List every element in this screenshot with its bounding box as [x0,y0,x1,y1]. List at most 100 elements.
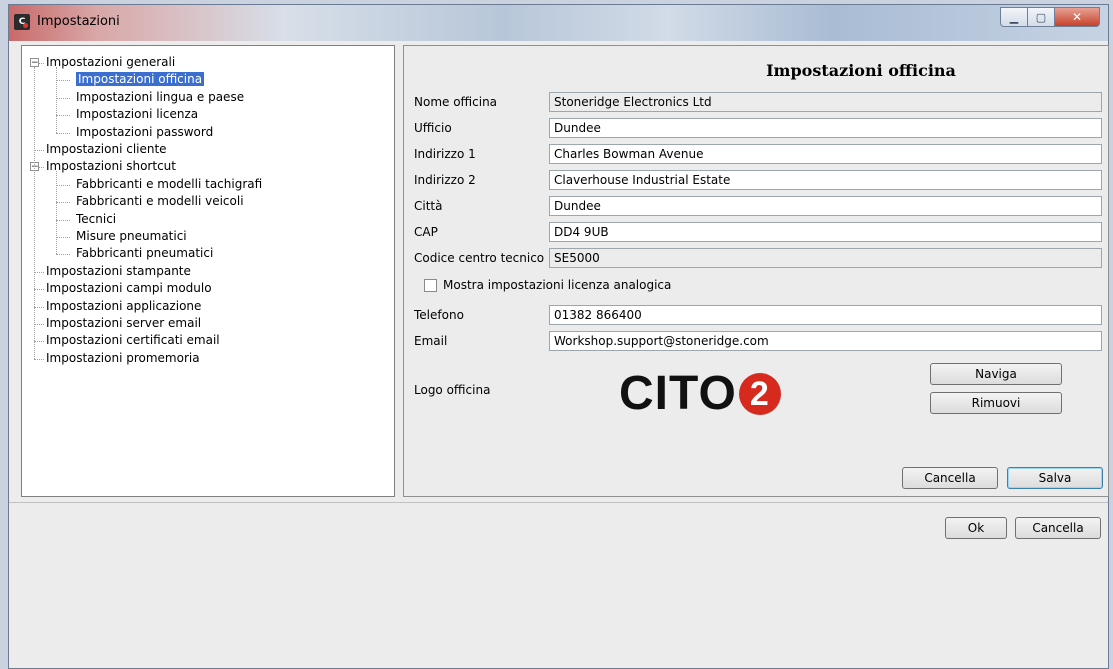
tree-item[interactable]: Impostazioni promemoria [46,350,200,367]
settings-window: C Impostazioni ▁ ▢ ✕ Impostazioni genera… [8,4,1109,669]
workshop-logo: CITO 2 [619,366,781,421]
tree-connector [56,202,70,204]
logo-number: 2 [738,372,781,415]
tree-item[interactable]: Misure pneumatici [76,228,187,245]
tree-item[interactable]: Impostazioni licenza [76,106,198,123]
text-field[interactable]: 01382 866400 [549,305,1102,325]
minimize-icon: ▁ [1009,10,1019,24]
tree-item-label: Impostazioni officina [76,72,205,87]
maximize-icon: ▢ [1035,10,1047,24]
field-label: Città [414,199,443,213]
tree-item-label: Impostazioni cliente [46,142,167,156]
tree-item[interactable]: Fabbricanti e modelli veicoli [76,193,244,210]
tree-connector [56,237,70,238]
cancel-button[interactable]: Cancella [1015,517,1101,539]
tree-connector [34,289,44,291]
tree-item[interactable]: Impostazioni generali [46,54,175,71]
text-field[interactable]: Dundee [549,196,1102,216]
logo-label: Logo officina [414,383,491,397]
tree-item-label: Impostazioni applicazione [46,298,202,313]
analog-license-checkbox[interactable] [424,278,437,292]
tree-connector [56,97,70,99]
title-bar[interactable]: C Impostazioni ▁ ▢ ✕ [9,5,1108,41]
tree-connector [56,219,70,221]
tree-item[interactable]: Impostazioni officina [76,71,205,88]
field-label: Nome officina [414,95,498,109]
tree-item[interactable]: Impostazioni shortcut [46,158,176,175]
remove-logo-button[interactable]: Rimuovi [930,392,1062,414]
tree-connector [56,115,70,117]
tree-connector [56,80,70,82]
tree-item-label: Impostazioni stampante [46,263,191,278]
text-field[interactable]: Charles Bowman Avenue [549,144,1102,164]
window-title: Impostazioni [37,14,120,29]
dialog-footer: Ok Cancella [9,502,1108,668]
app-icon: C [14,14,30,30]
tree-connector [56,184,70,186]
tree-item[interactable]: Impostazioni campi modulo [46,280,212,297]
text-field[interactable]: Workshop.support@stoneridge.com [549,331,1102,351]
window-controls: ▁ ▢ ✕ [1000,7,1100,27]
panel-cancel-button[interactable]: Cancella [902,467,998,489]
text-field[interactable]: DD4 9UB [549,222,1102,242]
tree-item-label: Impostazioni certificati email [46,333,220,348]
field-label: Indirizzo 1 [414,147,476,161]
collapse-icon[interactable]: − [30,58,39,68]
settings-tree: Impostazioni generali − Impostazioni offic… [21,45,395,497]
analog-license-checkbox-row[interactable]: Mostra impostazioni licenza analogica [424,278,671,292]
close-icon: ✕ [1071,10,1083,24]
browse-button[interactable]: Naviga [930,363,1062,385]
tree-connector [34,324,44,325]
tree-item-label: Tecnici [76,211,117,226]
tree-item-label: Impostazioni server email [46,316,202,330]
close-button[interactable]: ✕ [1054,7,1100,27]
tree-item[interactable]: Impostazioni cliente [46,141,167,158]
ok-button[interactable]: Ok [945,517,1007,539]
maximize-button[interactable]: ▢ [1027,7,1054,27]
tree-connector [34,271,44,273]
field-label: Telefono [414,308,464,322]
tree-item[interactable]: Fabbricanti e modelli tachigrafi [76,176,262,193]
tree-item-label: Impostazioni licenza [76,107,199,122]
tree-item-label: Impostazioni promemoria [46,350,200,365]
analog-license-label: Mostra impostazioni licenza analogica [443,278,672,292]
save-button[interactable]: Salva [1007,467,1103,489]
tree-item-label: Misure pneumatici [76,229,187,243]
field-label: Indirizzo 2 [414,173,476,187]
tree-connector [34,306,44,308]
tree-item[interactable]: Impostazioni password [76,124,213,141]
field-label: Email [414,334,448,348]
tree-item-label: Impostazioni lingua e paese [76,89,245,104]
field-label: CAP [414,225,438,239]
tree-item[interactable]: Impostazioni stampante [46,263,191,280]
tree-branch-line [56,171,57,255]
tree-item[interactable]: Impostazioni lingua e paese [76,89,244,106]
tree-item[interactable]: Tecnici [76,211,116,228]
field-label: Ufficio [414,121,452,135]
tree-item-label: Fabbricanti e modelli veicoli [76,194,244,209]
tree-item-label: Impostazioni shortcut [46,159,176,174]
tree-root-line [34,67,35,359]
tree-item[interactable]: Impostazioni certificati email [46,332,220,349]
tree-connector [34,341,44,343]
tree-item-label: Impostazioni campi modulo [46,281,212,296]
minimize-button[interactable]: ▁ [1000,7,1027,27]
field-label: Codice centro tecnico [414,251,545,265]
text-field[interactable]: Claverhouse Industrial Estate [549,170,1102,190]
text-field: Stoneridge Electronics Ltd [549,92,1102,112]
tree-connector [56,254,70,256]
tree-connector [56,132,70,134]
tree-connector [34,150,44,151]
workshop-settings-panel: Impostazioni officina Nome officina Stone… [403,45,1109,497]
tree-item-label: Fabbricanti pneumatici [76,246,214,261]
text-field[interactable]: Dundee [549,118,1102,138]
tree-branch-line [56,67,57,133]
tree-item-label: Fabbricanti e modelli tachigrafi [76,176,263,191]
tree-item[interactable]: Impostazioni server email [46,315,201,332]
tree-item[interactable]: Impostazioni applicazione [46,298,201,315]
tree-item-label: Impostazioni generali [46,55,176,69]
tree-item[interactable]: Fabbricanti pneumatici [76,245,213,262]
tree-connector [34,358,44,360]
logo-text: CITO [619,367,737,420]
panel-title: Impostazioni officina [766,61,956,80]
